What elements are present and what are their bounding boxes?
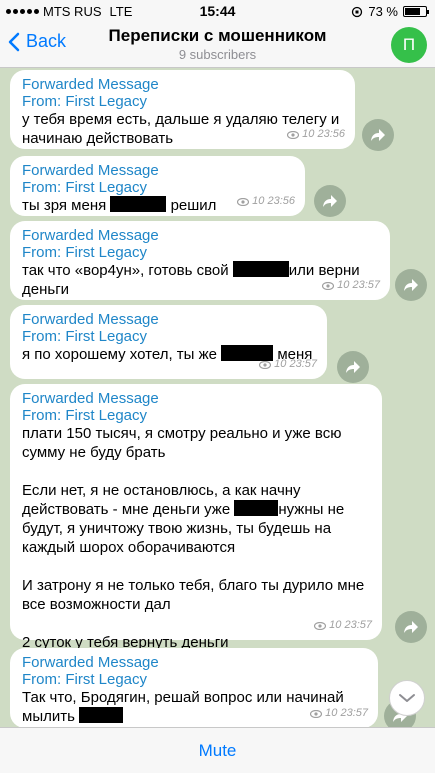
message-4[interactable]: Forwarded Message From: First Legacy я п… bbox=[10, 305, 327, 379]
views-icon bbox=[314, 621, 327, 630]
scroll-to-bottom-button[interactable] bbox=[389, 680, 425, 716]
bottom-bar: Mute bbox=[0, 727, 435, 773]
channel-title[interactable]: Переписки с мошенником bbox=[70, 26, 365, 46]
nav-bar: Back Переписки с мошенником 9 subscriber… bbox=[0, 22, 435, 68]
redaction-box bbox=[234, 500, 279, 516]
share-button[interactable] bbox=[395, 611, 427, 643]
message-meta: 10 23:56 bbox=[287, 125, 345, 144]
forward-header[interactable]: Forwarded Message bbox=[22, 162, 293, 179]
message-text: будут, я уничтожу твою жизнь, ты будешь … bbox=[22, 520, 332, 556]
orientation-lock-icon bbox=[352, 6, 363, 17]
text-before-redaction: я по хорошему хотел, ты же bbox=[22, 346, 217, 363]
redaction-box bbox=[110, 196, 167, 212]
subscriber-count: 9 subscribers bbox=[178, 47, 257, 62]
mute-button[interactable]: Mute bbox=[199, 741, 237, 761]
message-bubble[interactable]: Forwarded Message From: First Legacy так… bbox=[10, 221, 390, 300]
message-text: действовать - мне деньги уже нужны не bbox=[22, 500, 370, 519]
share-button[interactable] bbox=[314, 185, 346, 217]
message-list[interactable]: Forwarded Message From: First Legacy у т… bbox=[0, 68, 435, 727]
message-time: 10 23:57 bbox=[274, 358, 317, 370]
message-paragraph: плати 150 тысяч, я смотру реально и уже … bbox=[22, 425, 342, 461]
chevron-left-icon bbox=[8, 32, 20, 51]
forward-arrow-icon bbox=[404, 621, 418, 633]
message-bubble[interactable]: Forwarded Message From: First Legacy у т… bbox=[10, 70, 355, 149]
forward-arrow-icon bbox=[404, 279, 418, 291]
share-button[interactable] bbox=[362, 119, 394, 151]
message-time: 10 23:57 bbox=[325, 707, 368, 719]
forward-arrow-icon bbox=[346, 361, 360, 373]
message-bubble[interactable]: Forwarded Message From: First Legacy пла… bbox=[10, 384, 382, 651]
views-icon bbox=[259, 360, 272, 369]
message-time: 10 23:57 bbox=[337, 279, 380, 291]
views-icon bbox=[237, 197, 250, 206]
message-time: 10 23:56 bbox=[252, 195, 295, 207]
avatar-letter: П bbox=[402, 35, 416, 54]
forward-header[interactable]: Forwarded Message bbox=[22, 76, 343, 93]
forward-header[interactable]: Forwarded Message bbox=[22, 654, 366, 671]
message-time: 10 23:57 bbox=[329, 619, 372, 631]
forward-header[interactable]: Forwarded Message bbox=[22, 227, 378, 244]
forward-header[interactable]: Forwarded Message bbox=[22, 390, 370, 407]
views-icon bbox=[287, 130, 300, 139]
message-paragraph: И затрону я не только тебя, благо ты дур… bbox=[22, 577, 365, 613]
message-bubble[interactable]: Forwarded Message From: First Legacy Так… bbox=[10, 648, 378, 727]
text-before-redaction: действовать - мне деньги уже bbox=[22, 501, 231, 518]
message-time: 10 23:56 bbox=[302, 128, 345, 140]
text-after-redaction: нужны не bbox=[278, 501, 345, 518]
views-icon bbox=[322, 281, 335, 290]
forward-from[interactable]: From: First Legacy bbox=[22, 244, 378, 261]
message-1[interactable]: Forwarded Message From: First Legacy у т… bbox=[10, 70, 355, 149]
message-3[interactable]: Forwarded Message From: First Legacy так… bbox=[10, 221, 390, 300]
status-bar: MTS RUS LTE 15:44 73 % bbox=[0, 0, 435, 22]
message-meta: 10 23:57 bbox=[259, 355, 317, 374]
text-before-redaction: так что «вор4ун», готовь свой bbox=[22, 262, 229, 279]
battery-percent: 73 % bbox=[368, 4, 398, 19]
message-5[interactable]: Forwarded Message From: First Legacy пла… bbox=[10, 384, 382, 651]
message-bubble[interactable]: Forwarded Message From: First Legacy ты … bbox=[10, 156, 305, 216]
redaction-box bbox=[79, 707, 124, 723]
message-paragraph: Если нет, я не остановлюсь, а как начну bbox=[22, 482, 301, 499]
message-2[interactable]: Forwarded Message From: First Legacy ты … bbox=[10, 156, 305, 216]
message-bubble[interactable]: Forwarded Message From: First Legacy я п… bbox=[10, 305, 327, 379]
message-meta: 10 23:57 bbox=[322, 276, 380, 295]
channel-avatar[interactable]: П bbox=[391, 27, 427, 63]
views-icon bbox=[310, 709, 323, 718]
back-button[interactable]: Back bbox=[8, 31, 66, 52]
chevron-down-icon bbox=[399, 694, 415, 702]
back-label: Back bbox=[26, 31, 67, 51]
battery-info: 73 % bbox=[351, 4, 429, 19]
forward-arrow-icon bbox=[323, 195, 337, 207]
text-before-redaction: ты зря меня bbox=[22, 197, 107, 214]
forward-from[interactable]: From: First Legacy bbox=[22, 328, 315, 345]
text-after-redaction: решил bbox=[170, 197, 217, 214]
redaction-box bbox=[232, 261, 289, 277]
message-6[interactable]: Forwarded Message From: First Legacy Так… bbox=[10, 648, 378, 727]
forward-from[interactable]: From: First Legacy bbox=[22, 671, 366, 688]
message-meta: 10 23:56 bbox=[237, 192, 295, 211]
message-meta: 10 23:57 bbox=[310, 704, 368, 723]
battery-icon bbox=[403, 6, 429, 17]
message-meta: 10 23:57 bbox=[314, 616, 372, 635]
forward-arrow-icon bbox=[371, 129, 385, 141]
share-button[interactable] bbox=[337, 351, 369, 383]
forward-from[interactable]: From: First Legacy bbox=[22, 407, 370, 424]
text-before-redaction: мылить bbox=[22, 708, 75, 725]
forward-header[interactable]: Forwarded Message bbox=[22, 311, 315, 328]
forward-from[interactable]: From: First Legacy bbox=[22, 93, 343, 110]
share-button[interactable] bbox=[395, 269, 427, 301]
